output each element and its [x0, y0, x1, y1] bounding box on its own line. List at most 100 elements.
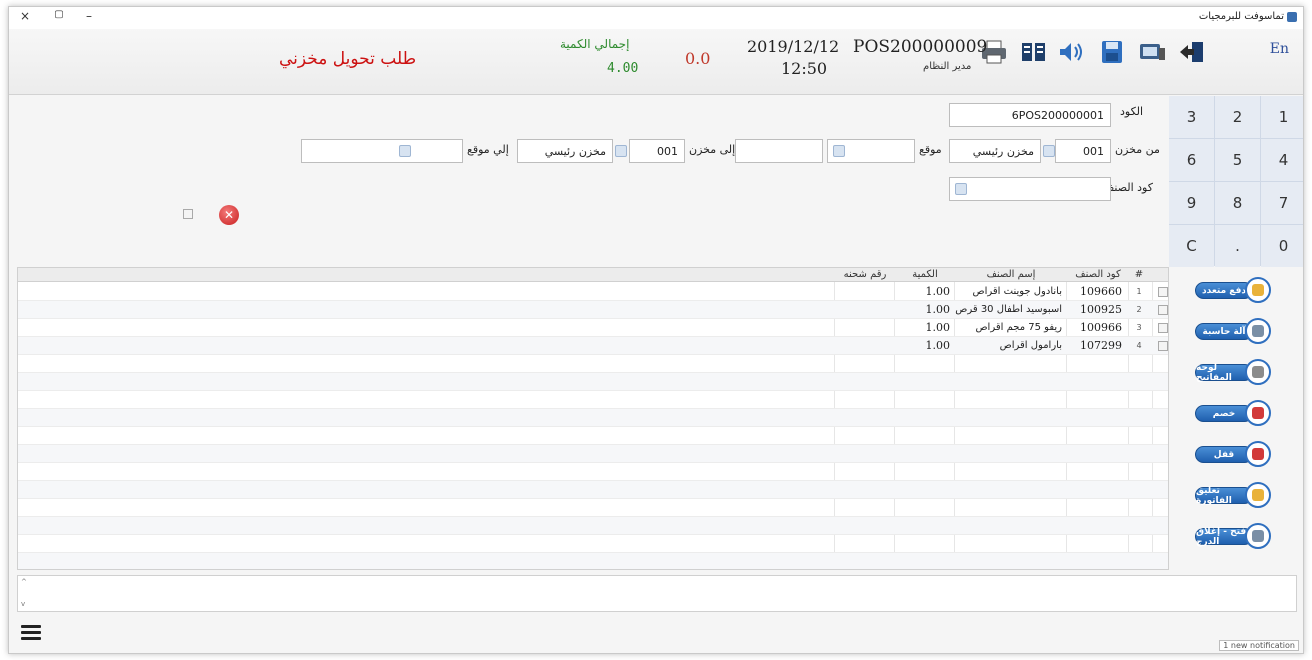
user-role: مدير النظام [923, 61, 972, 72]
numpad-key-6[interactable]: 6 [1169, 139, 1214, 181]
browse-to-store-icon[interactable] [615, 145, 627, 157]
code-input[interactable]: 6POS200000001 [949, 103, 1111, 127]
sidebar-button-calculator[interactable]: آلة حاسبة [1191, 318, 1271, 344]
numpad-key-7[interactable]: 7 [1261, 182, 1303, 224]
cell-code: 107299 [1080, 339, 1122, 352]
cell-batch [836, 337, 892, 355]
lock-icon [1245, 441, 1271, 467]
to-store-label: إلى مخزن [689, 143, 736, 156]
table-row [18, 553, 1168, 569]
monitor-icon[interactable] [1137, 39, 1167, 65]
to-store-name-input[interactable]: مخزن رئيسي [517, 139, 613, 163]
cell-name: بانادول جوينت اقراص [972, 286, 1062, 297]
close-window-button[interactable]: × [17, 9, 33, 23]
table-row [18, 463, 1168, 481]
table-row [18, 427, 1168, 445]
from-store-label: من مخزن [1115, 143, 1160, 156]
browse-from-store-icon[interactable] [1043, 145, 1055, 157]
sidebar-button-drawer[interactable]: فتح - إغلاق الدرج [1191, 523, 1271, 549]
table-row [18, 391, 1168, 409]
pause-icon [1245, 482, 1271, 508]
minimize-window-button[interactable]: – [81, 9, 97, 23]
table-row[interactable]: 1 109660 بانادول جوينت اقراص 1.00 [18, 283, 1168, 301]
col-header-code: كود الصنف [1075, 269, 1121, 280]
coins-icon [1245, 277, 1271, 303]
cell-batch [836, 301, 892, 319]
row-checkbox[interactable] [1158, 341, 1168, 351]
pos-number: POS200000009 [853, 37, 988, 57]
numpad-key-5[interactable]: 5 [1215, 139, 1260, 181]
sidebar-button-discount[interactable]: خصم [1191, 400, 1271, 426]
numpad-key-8[interactable]: 8 [1215, 182, 1260, 224]
numpad-key-4[interactable]: 4 [1261, 139, 1303, 181]
to-store-code-input[interactable]: 001 [629, 139, 685, 163]
app-logo-icon [1287, 11, 1297, 22]
save-icon[interactable] [1097, 39, 1127, 65]
from-store-code-input[interactable]: 001 [1055, 139, 1111, 163]
cell-num: 1 [1136, 287, 1142, 296]
to-location-input[interactable] [301, 139, 463, 163]
restore-window-button[interactable]: ▢ [51, 9, 67, 20]
from-store-name-input[interactable]: مخزن رئيسي [949, 139, 1041, 163]
table-row [18, 373, 1168, 391]
row-checkbox[interactable] [1158, 305, 1168, 315]
row-checkbox[interactable] [1158, 287, 1168, 297]
notes-scroll-down-icon[interactable]: v [21, 600, 25, 608]
numpad-key-3[interactable]: 3 [1169, 96, 1214, 138]
app-title: تماسوفت للبرمجيات [1199, 11, 1297, 22]
sound-icon[interactable] [1057, 39, 1087, 65]
numpad-key-1[interactable]: 1 [1261, 96, 1303, 138]
notification-badge[interactable]: 1 new notification [1219, 640, 1299, 651]
numpad-key-9[interactable]: 9 [1169, 182, 1214, 224]
col-header-num: # [1134, 269, 1144, 280]
exit-icon[interactable] [1177, 39, 1207, 65]
cell-code: 109660 [1080, 285, 1122, 298]
numpad-key-0[interactable]: 0 [1261, 225, 1303, 267]
total-amount: 0.0 [685, 49, 711, 68]
discount-icon [1245, 400, 1271, 426]
app-title-text: تماسوفت للبرمجيات [1198, 11, 1284, 22]
table-row [18, 409, 1168, 427]
extra-input[interactable] [735, 139, 823, 163]
sidebar-button-keyboard[interactable]: لوحة المفاتيح [1191, 359, 1271, 385]
cell-code: 100966 [1080, 321, 1122, 334]
clear-item-button[interactable]: ✕ [219, 205, 239, 225]
sidebar-button-pause[interactable]: تعليق الفاتورة [1191, 482, 1271, 508]
time-display: 12:50 [781, 59, 828, 78]
option-checkbox[interactable] [183, 209, 193, 219]
cell-num: 4 [1136, 341, 1142, 350]
language-toggle[interactable]: En [1270, 41, 1289, 57]
table-row[interactable]: 4 107299 بارامول اقراص 1.00 [18, 337, 1168, 355]
cell-name: اسبوسيد اطفال 30 قرص [955, 304, 1062, 315]
table-row [18, 355, 1168, 373]
table-row [18, 499, 1168, 517]
cell-code: 100925 [1080, 303, 1122, 316]
hamburger-menu-icon[interactable] [21, 625, 41, 641]
item-code-input[interactable] [949, 177, 1111, 201]
numpad-key-clear[interactable]: C [1169, 225, 1214, 267]
page-title: طلب تحويل مخزني [279, 49, 417, 69]
calculator-icon [1245, 318, 1271, 344]
table-row [18, 535, 1168, 553]
bottom-bar: 1 new notification [9, 615, 1303, 653]
browse-from-location-icon[interactable] [833, 145, 845, 157]
table-row [18, 445, 1168, 463]
drawer-icon [1245, 523, 1271, 549]
title-bar: × ▢ – تماسوفت للبرمجيات [9, 7, 1303, 29]
table-row[interactable]: 3 100966 ريفو 75 مجم اقراص 1.00 [18, 319, 1168, 337]
numpad-key-2[interactable]: 2 [1215, 96, 1260, 138]
numpad-key-dot[interactable]: . [1215, 225, 1260, 267]
sidebar-button-coins[interactable]: دفع متعدد [1191, 277, 1271, 303]
row-checkbox[interactable] [1158, 323, 1168, 333]
sidebar-button-lock[interactable]: قفل [1191, 441, 1271, 467]
col-header-batch: رقم شحنه [843, 269, 887, 280]
notes-area[interactable]: ^ v [17, 575, 1297, 612]
browse-item-icon[interactable] [955, 183, 967, 195]
browse-to-location-icon[interactable] [399, 145, 411, 157]
barcode-icon[interactable] [1019, 39, 1049, 65]
grid-header: # كود الصنف إسم الصنف الكمية رقم شحنه [18, 268, 1168, 282]
table-row[interactable]: 2 100925 اسبوسيد اطفال 30 قرص 1.00 [18, 301, 1168, 319]
cell-batch [836, 283, 892, 301]
notes-scroll-up-icon[interactable]: ^ [21, 578, 27, 586]
cell-name: ريفو 75 مجم اقراص [975, 322, 1062, 333]
